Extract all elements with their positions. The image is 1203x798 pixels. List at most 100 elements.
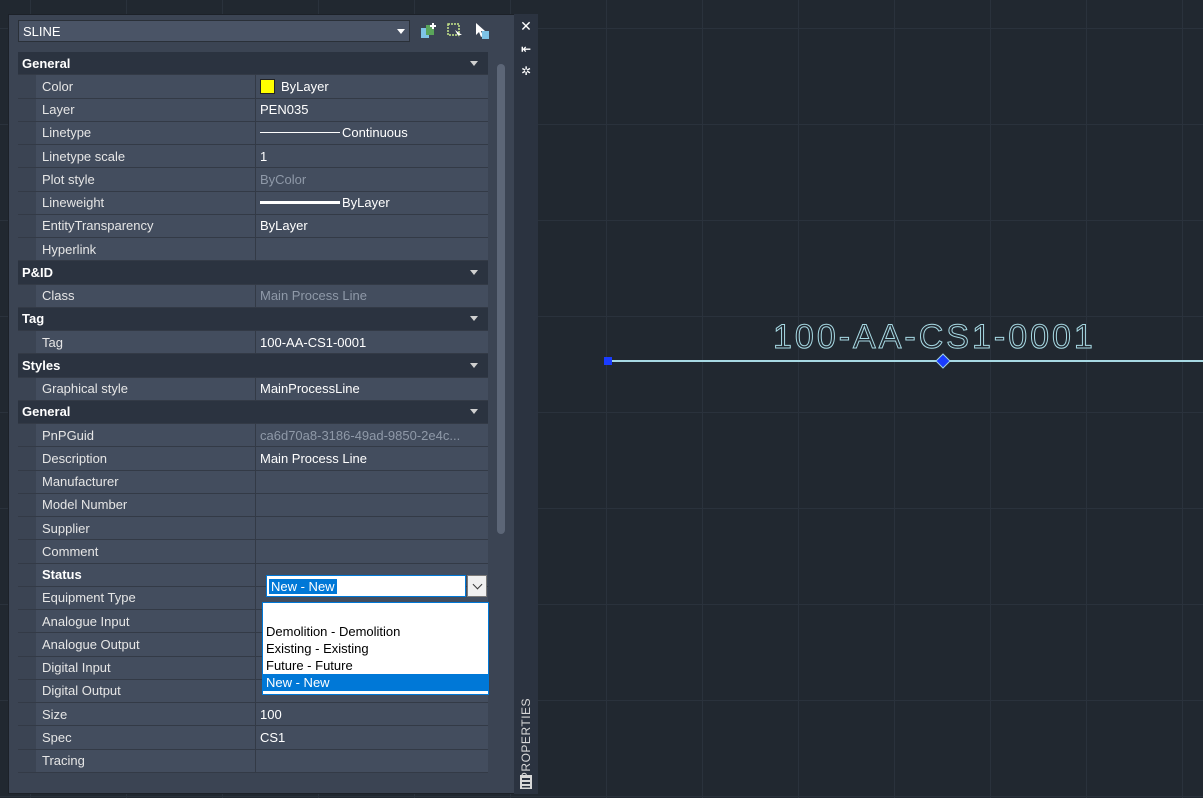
- row-gutter: [18, 284, 36, 307]
- status-option[interactable]: Demolition - Demolition: [263, 623, 488, 640]
- property-value[interactable]: [256, 493, 488, 516]
- property-row[interactable]: Graphical style MainProcessLine: [18, 377, 488, 401]
- property-row[interactable]: Layer PEN035: [18, 98, 488, 122]
- property-value[interactable]: Main Process Line: [256, 447, 488, 470]
- quick-select-icon[interactable]: [420, 22, 438, 40]
- property-value[interactable]: [256, 749, 488, 772]
- property-value[interactable]: [256, 517, 488, 540]
- property-row[interactable]: Tag 100-AA-CS1-0001: [18, 331, 488, 355]
- category-header[interactable]: General: [18, 400, 488, 424]
- row-gutter: [18, 679, 36, 702]
- property-value[interactable]: ca6d70a8-3186-49ad-9850-2e4c...: [256, 424, 488, 447]
- property-value[interactable]: [256, 238, 488, 261]
- pin-icon[interactable]: ⇤: [514, 42, 538, 56]
- collapse-arrow-icon[interactable]: [470, 362, 478, 368]
- category-label: Styles: [22, 357, 61, 373]
- status-dropdown-button[interactable]: [467, 575, 487, 597]
- property-value-text: Main Process Line: [260, 288, 367, 304]
- property-row[interactable]: Manufacturer: [18, 470, 488, 494]
- collapse-arrow-icon[interactable]: [470, 409, 478, 415]
- status-option[interactable]: Existing - Existing: [263, 640, 488, 657]
- property-value[interactable]: ByColor: [256, 168, 488, 191]
- collapse-arrow-icon[interactable]: [470, 269, 478, 275]
- row-gutter: [18, 470, 36, 493]
- select-objects-icon[interactable]: [446, 22, 464, 40]
- status-option[interactable]: New - New: [263, 674, 488, 691]
- property-row[interactable]: Model Number: [18, 493, 488, 517]
- row-gutter: [18, 238, 36, 261]
- status-input[interactable]: New - New: [266, 575, 466, 597]
- status-dropdown-list[interactable]: Demolition - Demolition Existing - Existi…: [262, 602, 489, 695]
- property-value[interactable]: [256, 540, 488, 563]
- category-label: P&ID: [22, 264, 54, 280]
- property-row[interactable]: Size 100: [18, 703, 488, 727]
- settings-icon[interactable]: ✲: [514, 64, 538, 78]
- property-value[interactable]: Main Process Line: [256, 284, 488, 307]
- property-row[interactable]: Color ByLayer: [18, 75, 488, 99]
- property-name: Comment: [36, 540, 256, 563]
- property-value[interactable]: ByLayer: [256, 191, 488, 214]
- property-value[interactable]: CS1: [256, 726, 488, 749]
- property-row[interactable]: Spec CS1: [18, 726, 488, 750]
- row-gutter: [18, 75, 36, 98]
- property-row[interactable]: Supplier: [18, 517, 488, 541]
- close-icon[interactable]: ✕: [514, 18, 538, 35]
- row-gutter: [18, 493, 36, 516]
- property-value[interactable]: Continuous: [256, 121, 488, 144]
- property-name: Analogue Output: [36, 633, 256, 656]
- category-header[interactable]: P&ID: [18, 261, 488, 285]
- property-value-text: ByColor: [260, 171, 307, 187]
- property-row[interactable]: PnPGuid ca6d70a8-3186-49ad-9850-2e4c...: [18, 424, 488, 448]
- property-name: EntityTransparency: [36, 214, 256, 237]
- properties-icon[interactable]: [519, 774, 533, 790]
- property-value[interactable]: ByLayer: [256, 214, 488, 237]
- line-midpoint-grip[interactable]: [935, 353, 951, 369]
- status-option[interactable]: Future - Future: [263, 657, 488, 674]
- property-name: Equipment Type: [36, 586, 256, 609]
- property-row[interactable]: Comment: [18, 540, 488, 564]
- row-gutter: [18, 447, 36, 470]
- palette-scrollbar[interactable]: [497, 64, 505, 534]
- line-tag-label[interactable]: 100-AA-CS1-0001: [773, 318, 1096, 357]
- property-value-text: 100: [260, 706, 282, 722]
- property-value[interactable]: [256, 470, 488, 493]
- property-row[interactable]: Linetype Continuous: [18, 121, 488, 145]
- property-row[interactable]: Lineweight ByLayer: [18, 191, 488, 215]
- property-row[interactable]: Tracing: [18, 749, 488, 773]
- line-start-grip[interactable]: [604, 357, 612, 365]
- property-value[interactable]: ByLayer: [256, 75, 488, 98]
- row-gutter: [18, 540, 36, 563]
- object-type-combo[interactable]: SLINE: [18, 20, 410, 42]
- category-header[interactable]: Styles: [18, 354, 488, 378]
- category-header[interactable]: General: [18, 52, 488, 76]
- property-name: Tracing: [36, 749, 256, 772]
- property-row[interactable]: Plot style ByColor: [18, 168, 488, 192]
- property-row[interactable]: Description Main Process Line: [18, 447, 488, 471]
- category-header[interactable]: Tag: [18, 307, 488, 331]
- property-name: Graphical style: [36, 377, 256, 400]
- property-row[interactable]: EntityTransparency ByLayer: [18, 214, 488, 238]
- property-value[interactable]: MainProcessLine: [256, 377, 488, 400]
- property-value[interactable]: 100: [256, 703, 488, 726]
- row-gutter: [18, 121, 36, 144]
- row-gutter: [18, 656, 36, 679]
- property-value-text: MainProcessLine: [260, 381, 360, 397]
- row-gutter: [18, 633, 36, 656]
- collapse-arrow-icon[interactable]: [470, 316, 478, 322]
- property-row[interactable]: Hyperlink: [18, 238, 488, 262]
- palette-title: PROPERTIES: [516, 694, 536, 784]
- property-value[interactable]: 1: [256, 145, 488, 168]
- property-name: Digital Output: [36, 679, 256, 702]
- property-name: Description: [36, 447, 256, 470]
- property-value[interactable]: PEN035: [256, 98, 488, 121]
- toggle-pickadd-icon[interactable]: [472, 22, 490, 40]
- property-row[interactable]: Class Main Process Line: [18, 284, 488, 308]
- collapse-arrow-icon[interactable]: [470, 60, 478, 66]
- property-value-text: ByLayer: [281, 78, 329, 94]
- row-gutter: [18, 563, 36, 586]
- property-value[interactable]: 100-AA-CS1-0001: [256, 331, 488, 354]
- property-value-text: PEN035: [260, 102, 309, 118]
- category-label: General: [22, 404, 71, 420]
- property-row[interactable]: Linetype scale 1: [18, 145, 488, 169]
- chevron-down-icon: [397, 29, 405, 34]
